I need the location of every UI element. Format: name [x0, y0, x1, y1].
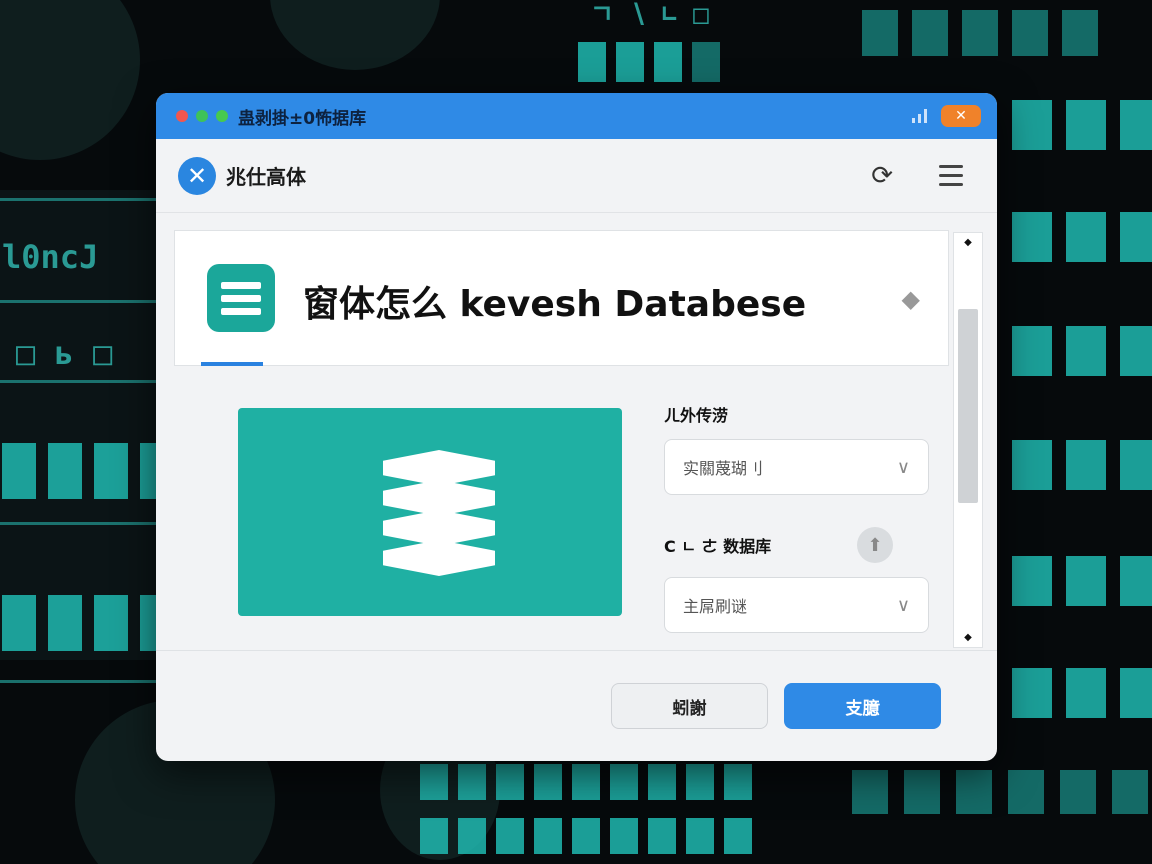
close-icon[interactable]: ✕ [941, 105, 981, 127]
field1-value: 实關蔑瑚刂 [683, 459, 764, 478]
window-title: 蛊剥掛±0怖据库 [238, 108, 367, 129]
active-tab-indicator [201, 362, 263, 366]
scroll-thumb[interactable] [958, 309, 978, 503]
page-title: 窗体怎么 kevesh Databese [303, 284, 807, 325]
scroll-up-icon[interactable]: ◆ [954, 237, 982, 248]
hamburger-menu-icon[interactable] [939, 165, 963, 186]
field1-select[interactable]: 实關蔑瑚刂 ∨ [664, 439, 929, 495]
title-bar: 蛊剥掛±0怖据库 ✕ [156, 93, 997, 139]
x-logo-icon: ✕ [178, 156, 216, 195]
vertical-scrollbar[interactable]: ◆ ◆ [953, 232, 983, 648]
close-window-dot[interactable] [176, 110, 188, 122]
window-controls [176, 110, 228, 122]
database-stack-icon [383, 450, 495, 578]
database-banner [238, 408, 622, 616]
signal-icon [912, 109, 927, 123]
field2-select[interactable]: 主屌刷谜 ∨ [664, 577, 929, 633]
field1-label: ㄦ外传涝 [664, 406, 729, 425]
maximize-window-dot[interactable] [216, 110, 228, 122]
field2-label: C ㄴ ㄜ 数据库 [664, 537, 772, 556]
minimize-window-dot[interactable] [196, 110, 208, 122]
app-bar: ✕ 兆仕高体 ⟳ [156, 139, 997, 213]
chevron-down-icon: ∨ [896, 594, 910, 616]
app-name: 兆仕高体 [226, 165, 306, 189]
database-logo-icon [207, 264, 275, 332]
app-window: 蛊剥掛±0怖据库 ✕ ✕ 兆仕高体 ⟳ 窗体怎么 kevesh Databese… [156, 93, 997, 761]
content-area: 窗体怎么 kevesh Databese ◆ ㄦ外传涝 实關蔑瑚刂 ∨ C ㄴ … [174, 230, 949, 650]
scroll-down-icon[interactable]: ◆ [954, 632, 982, 643]
cloud-upload-icon[interactable]: ⬆ [857, 527, 893, 563]
header-card: 窗体怎么 kevesh Databese ◆ [174, 230, 949, 366]
cancel-button[interactable]: 蚓謝 [611, 683, 768, 729]
refresh-icon[interactable]: ⟳ [871, 161, 893, 191]
confirm-button[interactable]: 支臆 [784, 683, 941, 729]
chevron-down-icon: ∨ [896, 456, 910, 478]
dialog-footer: 蚓謝 支臆 [156, 650, 997, 761]
field2-value: 主屌刷谜 [683, 597, 748, 616]
settings-form: ㄦ外传涝 实關蔑瑚刂 ∨ C ㄴ ㄜ 数据库 ⬆ 主屌刷谜 ∨ [664, 403, 929, 633]
tag-icon[interactable]: ◆ [902, 285, 920, 313]
